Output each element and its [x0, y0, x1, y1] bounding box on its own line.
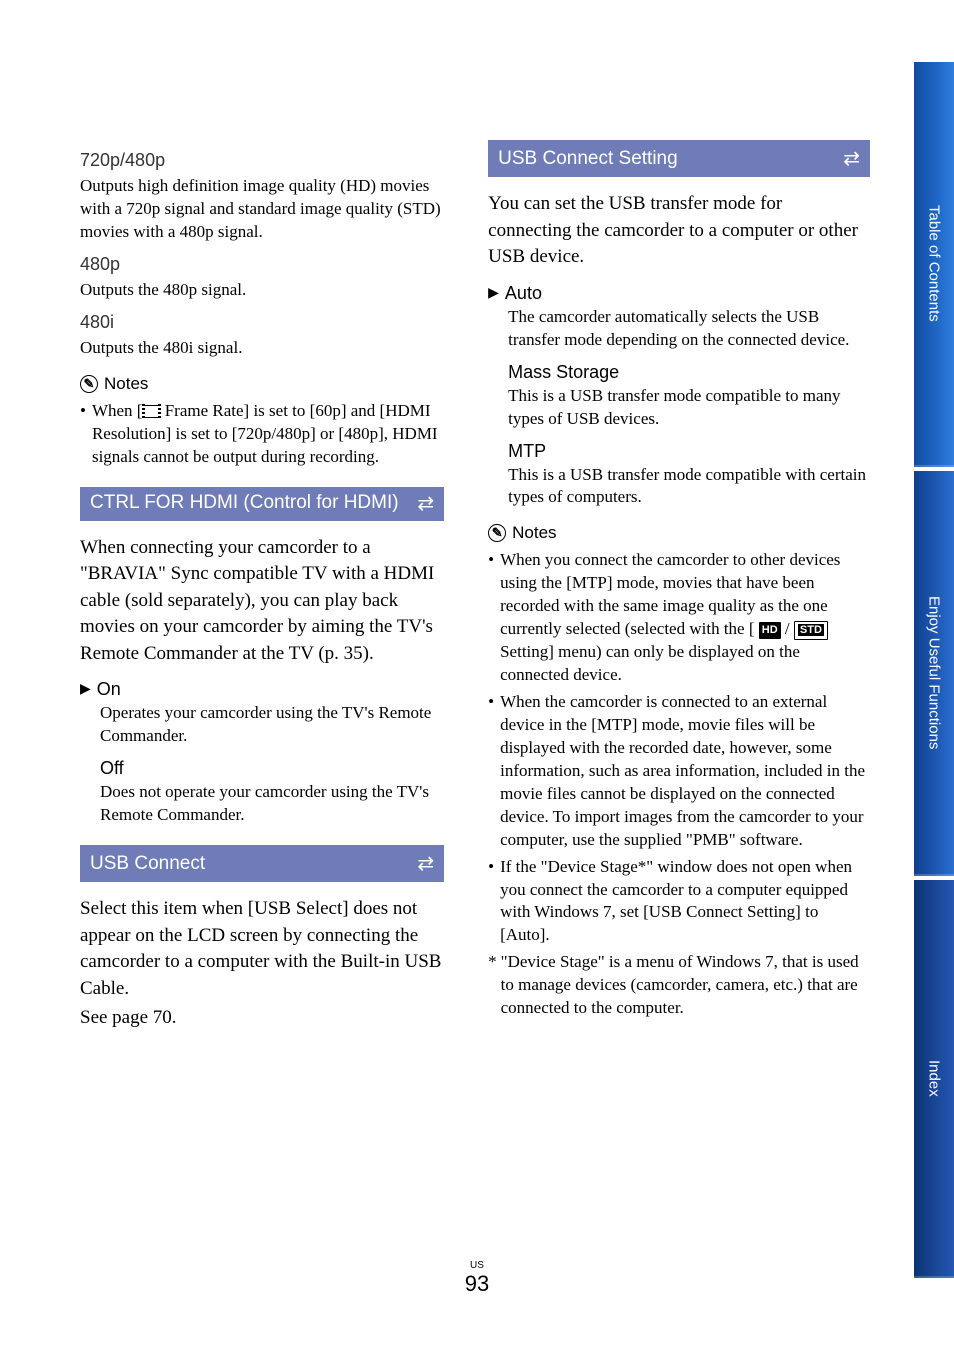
note-text: When [ Frame Rate] is set to [60p] and […: [92, 400, 444, 469]
heading-480i: 480i: [80, 312, 444, 333]
option-desc-off: Does not operate your camcorder using th…: [100, 781, 444, 827]
option-label-mass: Mass Storage: [508, 362, 619, 383]
heading-480p: 480p: [80, 254, 444, 275]
note-item: • When you connect the camcorder to othe…: [488, 549, 870, 687]
bullet-icon: •: [488, 691, 494, 852]
option-desc-mtp: This is a USB transfer mode compatible w…: [508, 464, 870, 510]
option-desc-auto: The camcorder automatically selects the …: [508, 306, 870, 352]
desc-720p-480p: Outputs high definition image quality (H…: [80, 175, 444, 244]
desc-480i: Outputs the 480i signal.: [80, 337, 444, 360]
side-tabs: Table of Contents Enjoy Useful Functions…: [914, 62, 954, 1278]
note-text: When the camcorder is connected to an ex…: [500, 691, 870, 852]
option-mtp: MTP: [508, 441, 870, 462]
option-label-auto: Auto: [505, 283, 542, 304]
section-usb-connect: USB Connect ⇄: [80, 845, 444, 882]
note-text: When you connect the camcorder to other …: [500, 549, 870, 687]
notes-label: Notes: [104, 374, 148, 394]
note-item: • If the "Device Stage*" window does not…: [488, 856, 870, 948]
footnote-text: "Device Stage" is a menu of Windows 7, t…: [501, 951, 870, 1020]
notes-icon: ✎: [80, 375, 98, 393]
option-auto: ▶ Auto: [488, 283, 870, 304]
page-number: US 93: [465, 1260, 489, 1297]
heading-720p-480p: 720p/480p: [80, 150, 444, 171]
tab-index[interactable]: Index: [914, 880, 954, 1278]
notes-label: Notes: [512, 523, 556, 543]
region-label: US: [465, 1260, 489, 1271]
usb-connect-see-page: See page 70.: [80, 1005, 444, 1032]
page-content: 720p/480p Outputs high definition image …: [80, 140, 870, 1043]
right-column: USB Connect Setting ⇄ You can set the US…: [488, 140, 870, 1043]
swap-icon: ⇄: [417, 491, 434, 517]
tab-enjoy-useful-functions[interactable]: Enjoy Useful Functions: [914, 471, 954, 876]
option-mass-storage: Mass Storage: [508, 362, 870, 383]
section-title: USB Connect: [90, 853, 205, 875]
swap-icon: ⇄: [843, 146, 860, 171]
option-on: ▶ On: [80, 679, 444, 700]
asterisk-icon: *: [488, 951, 497, 1020]
ctrl-hdmi-intro: When connecting your camcorder to a "BRA…: [80, 535, 444, 668]
note-item: • When the camcorder is connected to an …: [488, 691, 870, 852]
usb-connect-intro: Select this item when [USB Select] does …: [80, 896, 444, 1002]
option-label-mtp: MTP: [508, 441, 546, 462]
option-desc-on: Operates your camcorder using the TV's R…: [100, 702, 444, 748]
play-icon: ▶: [488, 285, 499, 302]
usb-setting-intro: You can set the USB transfer mode for co…: [488, 191, 870, 271]
desc-480p: Outputs the 480p signal.: [80, 279, 444, 302]
section-usb-connect-setting: USB Connect Setting ⇄: [488, 140, 870, 177]
notes-icon: ✎: [488, 524, 506, 542]
option-off: Off: [100, 758, 444, 779]
option-label-off: Off: [100, 758, 124, 779]
left-column: 720p/480p Outputs high definition image …: [80, 140, 444, 1043]
page-num-value: 93: [465, 1271, 489, 1297]
option-desc-mass: This is a USB transfer mode compatible t…: [508, 385, 870, 431]
bullet-icon: •: [488, 549, 494, 687]
section-title: USB Connect Setting: [498, 148, 678, 170]
bullet-icon: •: [80, 400, 86, 469]
option-label-on: On: [97, 679, 121, 700]
footnote: * "Device Stage" is a menu of Windows 7,…: [488, 951, 870, 1020]
swap-icon: ⇄: [417, 851, 434, 876]
bullet-icon: •: [488, 856, 494, 948]
section-title: CTRL FOR HDMI (Control for HDMI): [90, 491, 399, 516]
notes-header-right: ✎ Notes: [488, 523, 870, 543]
std-badge-icon: STD: [794, 621, 828, 640]
hd-badge-icon: HD: [759, 622, 781, 639]
section-ctrl-for-hdmi: CTRL FOR HDMI (Control for HDMI) ⇄: [80, 487, 444, 521]
play-icon: ▶: [80, 681, 91, 698]
note-item: • When [ Frame Rate] is set to [60p] and…: [80, 400, 444, 469]
film-icon: [142, 405, 160, 418]
tab-table-of-contents[interactable]: Table of Contents: [914, 62, 954, 467]
note-text: If the "Device Stage*" window does not o…: [500, 856, 870, 948]
notes-header-left: ✎ Notes: [80, 374, 444, 394]
